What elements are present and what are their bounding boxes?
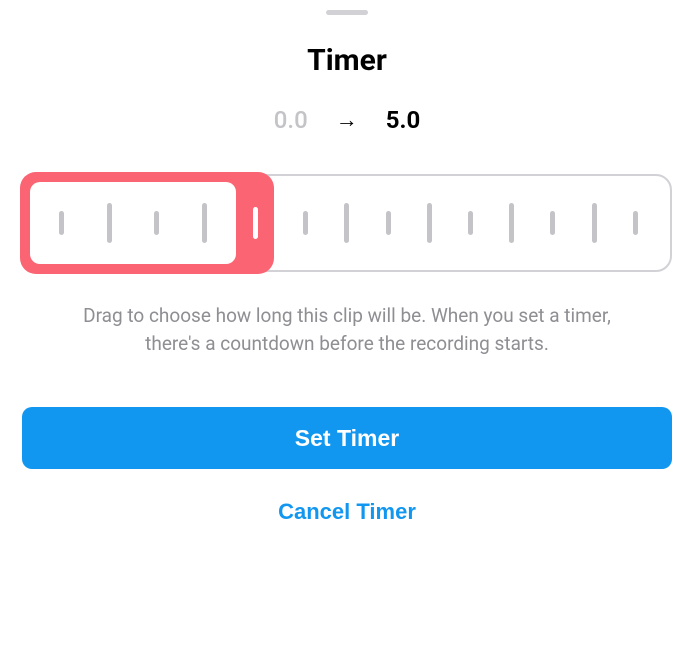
duration-slider[interactable] xyxy=(22,174,672,272)
slider-tick xyxy=(154,211,159,235)
cancel-timer-button[interactable]: Cancel Timer xyxy=(278,499,416,525)
slider-tick xyxy=(344,203,349,243)
slider-tick xyxy=(633,211,638,235)
slider-selection-inner xyxy=(30,182,236,264)
slider-tick xyxy=(550,211,555,235)
slider-tick xyxy=(509,203,514,243)
slider-tick xyxy=(386,211,391,235)
slider-tick xyxy=(202,203,207,243)
slider-tick xyxy=(59,211,64,235)
slider-tick xyxy=(592,203,597,243)
slider-tick xyxy=(427,203,432,243)
range-end-value: 5.0 xyxy=(386,106,421,134)
arrow-right-icon: → xyxy=(336,107,358,133)
slider-tick xyxy=(303,211,308,235)
page-title: Timer xyxy=(307,43,387,78)
range-start-value: 0.0 xyxy=(274,106,308,134)
drag-handle[interactable] xyxy=(326,10,368,15)
help-text: Drag to choose how long this clip will b… xyxy=(37,302,657,357)
slider-tick xyxy=(468,211,473,235)
slider-handle-grip-icon xyxy=(253,207,258,239)
set-timer-button[interactable]: Set Timer xyxy=(22,407,672,469)
range-display: 0.0 → 5.0 xyxy=(274,106,420,134)
slider-tick xyxy=(107,203,112,243)
slider-selection-handle[interactable] xyxy=(20,172,274,274)
